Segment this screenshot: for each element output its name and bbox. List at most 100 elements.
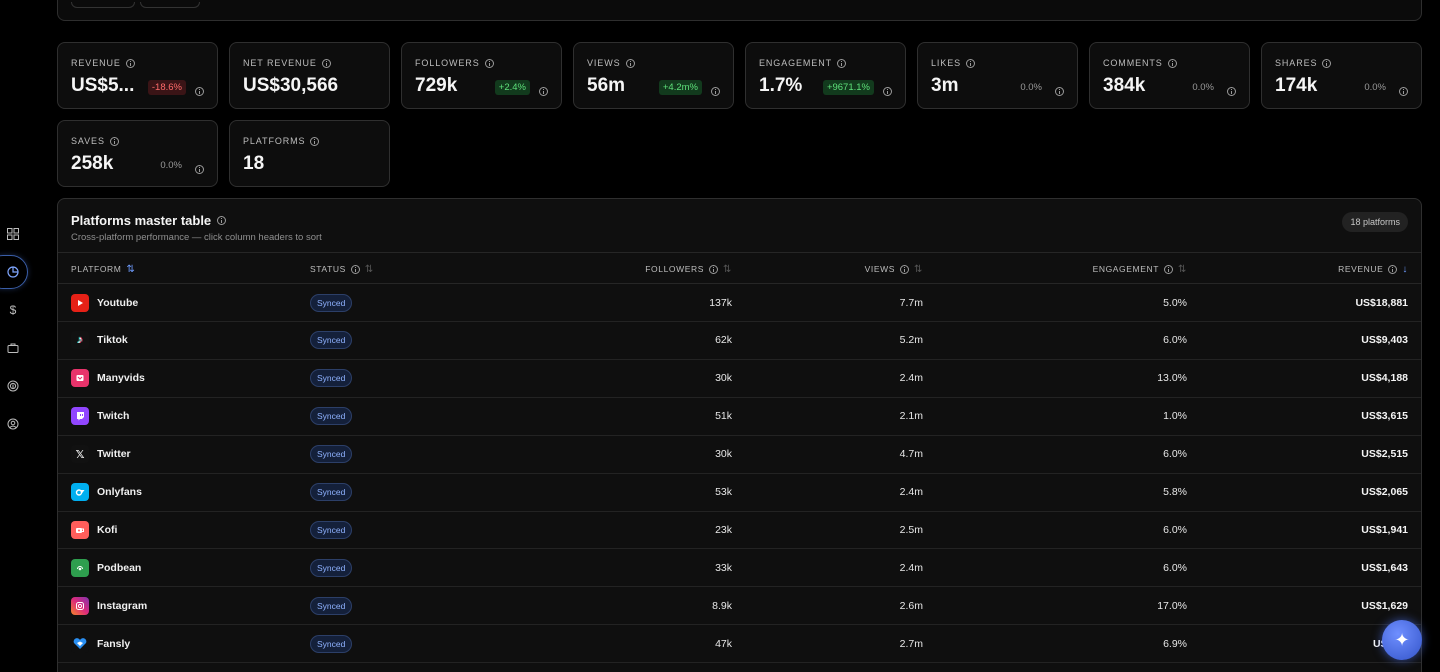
table-row[interactable]: Kofi Synced 23k 2.5m 6.0% US$1,941 bbox=[58, 511, 1421, 550]
table-row[interactable]: Onlyfans Synced 53k 2.4m 5.8% US$2,065 bbox=[58, 474, 1421, 512]
followers-cell: 30k bbox=[715, 372, 732, 385]
info-icon[interactable] bbox=[1167, 58, 1177, 68]
metric-label: VIEWS bbox=[587, 58, 635, 68]
info-icon[interactable] bbox=[195, 87, 204, 96]
metric-label-text: NET REVENUE bbox=[243, 58, 317, 68]
table-row[interactable]: 𝕏 Twitter Synced 30k 4.7m 6.0% US$2,515 bbox=[58, 436, 1421, 474]
metric-label: SHARES bbox=[1275, 58, 1332, 68]
analytics-pie-icon[interactable] bbox=[5, 264, 21, 280]
manyvids-logo bbox=[71, 369, 89, 388]
views-cell: 2.5m bbox=[899, 523, 923, 536]
ai-assistant-button[interactable]: ✦ bbox=[1382, 620, 1422, 660]
filter-tab[interactable] bbox=[140, 2, 200, 8]
info-icon[interactable] bbox=[1055, 87, 1064, 96]
views-cell: 2.4m bbox=[899, 561, 923, 574]
metric-delta-badge: -18.6% bbox=[147, 80, 186, 95]
followers-cell: 51k bbox=[715, 410, 732, 423]
info-icon[interactable] bbox=[125, 58, 135, 68]
engagement-cell: 13.0% bbox=[1157, 372, 1187, 385]
metric-label-text: SHARES bbox=[1275, 58, 1318, 68]
column-header-revenue[interactable]: REVENUE ↓ bbox=[1338, 253, 1408, 285]
status-badge: Synced bbox=[310, 293, 353, 312]
column-header-followers[interactable]: FOLLOWERS ⇅ bbox=[645, 253, 732, 285]
dollar-icon[interactable]: $ bbox=[5, 302, 21, 318]
info-icon[interactable] bbox=[711, 87, 720, 96]
info-icon[interactable] bbox=[837, 58, 847, 68]
platform-name: Instagram bbox=[97, 599, 148, 612]
info-icon[interactable] bbox=[1322, 58, 1332, 68]
platform-cell: Manyvids bbox=[71, 360, 145, 397]
metric-label: NET REVENUE bbox=[243, 58, 331, 68]
fingerprint-icon[interactable] bbox=[5, 378, 21, 394]
views-cell: 2.7m bbox=[899, 637, 923, 650]
info-icon[interactable] bbox=[1227, 87, 1236, 96]
info-icon[interactable] bbox=[539, 87, 548, 96]
table-row[interactable]: ♪ Tiktok Synced 62k 5.2m 6.0% US$9,403 bbox=[58, 322, 1421, 360]
dashboard-icon[interactable] bbox=[5, 226, 21, 242]
status-badge: Synced bbox=[310, 596, 353, 615]
column-header-status[interactable]: STATUS ⇅ bbox=[310, 253, 374, 285]
user-circle-icon[interactable] bbox=[5, 416, 21, 432]
metric-label: SAVES bbox=[71, 136, 119, 146]
column-header-platform[interactable]: PLATFORM ⇅ bbox=[71, 253, 135, 285]
info-icon[interactable] bbox=[1164, 264, 1174, 274]
table-row[interactable]: Twitch Synced 51k 2.1m 1.0% US$3,615 bbox=[58, 398, 1421, 436]
info-icon[interactable] bbox=[217, 216, 227, 225]
metric-card-net-revenue: NET REVENUE US$30,566 bbox=[229, 42, 390, 109]
table-subtitle: Cross-platform performance — click colum… bbox=[71, 232, 322, 243]
platform-cell: Onlyfans bbox=[71, 474, 142, 511]
sort-icon[interactable]: ⇅ bbox=[914, 264, 923, 275]
info-icon[interactable] bbox=[1399, 87, 1408, 96]
briefcase-icon[interactable] bbox=[5, 340, 21, 356]
metric-value: 258k bbox=[71, 153, 114, 174]
followers-cell: 53k bbox=[715, 486, 732, 498]
metric-label-text: LIKES bbox=[931, 58, 962, 68]
platform-cell: Twitch bbox=[71, 398, 129, 435]
metric-delta-badge: +4.2m% bbox=[658, 80, 702, 95]
info-icon[interactable] bbox=[966, 58, 976, 68]
column-header-views[interactable]: VIEWS ⇅ bbox=[865, 253, 923, 285]
info-icon[interactable] bbox=[625, 58, 635, 68]
info-icon[interactable] bbox=[900, 264, 910, 274]
youtube-logo bbox=[71, 293, 89, 312]
table-row[interactable]: Manyvids Synced 30k 2.4m 13.0% US$4,188 bbox=[58, 360, 1421, 398]
info-icon[interactable] bbox=[310, 136, 320, 146]
info-icon[interactable] bbox=[195, 165, 204, 174]
status-cell: Synced bbox=[310, 436, 353, 473]
metric-card-shares: SHARES 174k 0.0% bbox=[1261, 42, 1422, 109]
filter-tab-active[interactable] bbox=[71, 2, 135, 8]
views-cell: 2.4m bbox=[899, 486, 923, 498]
info-icon[interactable] bbox=[321, 58, 331, 68]
info-icon[interactable] bbox=[709, 264, 719, 274]
views-cell: 7.7m bbox=[899, 296, 923, 309]
revenue-cell: US$2,515 bbox=[1361, 448, 1408, 461]
engagement-cell: 6.9% bbox=[1163, 637, 1187, 650]
sort-desc-icon[interactable]: ↓ bbox=[1402, 264, 1408, 275]
platform-name: Manyvids bbox=[97, 372, 145, 385]
sort-icon[interactable]: ⇅ bbox=[365, 264, 374, 275]
info-icon[interactable] bbox=[484, 58, 494, 68]
sort-icon[interactable]: ⇅ bbox=[723, 264, 732, 275]
status-badge: Synced bbox=[310, 331, 353, 350]
platform-cell: Podbean bbox=[71, 549, 141, 586]
info-icon[interactable] bbox=[350, 264, 360, 274]
info-icon[interactable] bbox=[1388, 264, 1398, 274]
revenue-cell: US$9,403 bbox=[1361, 334, 1408, 347]
followers-cell: 23k bbox=[715, 523, 732, 536]
metric-card-followers: FOLLOWERS 729k +2.4% bbox=[401, 42, 562, 109]
info-icon[interactable] bbox=[109, 136, 119, 146]
platform-name: Youtube bbox=[97, 296, 139, 309]
metric-value: US$30,566 bbox=[243, 75, 339, 96]
platform-name: Tiktok bbox=[97, 334, 128, 347]
metric-value: 18 bbox=[243, 153, 265, 174]
status-badge: Synced bbox=[310, 634, 353, 653]
table-row[interactable]: FanslySynced47k2.7m6.9%US$1... bbox=[58, 625, 1421, 664]
sort-icon[interactable]: ⇅ bbox=[1178, 264, 1187, 275]
table-row[interactable]: Podbean Synced 33k 2.4m 6.0% US$1,643 bbox=[58, 549, 1421, 588]
column-header-engagement[interactable]: ENGAGEMENT ⇅ bbox=[1093, 253, 1187, 285]
table-row[interactable]: Youtube Synced 137k 7.7m 5.0% US$18,881 bbox=[58, 284, 1421, 322]
table-row[interactable]: Instagram Synced 8.9k 2.6m 17.0% US$1,629 bbox=[58, 587, 1421, 626]
info-icon[interactable] bbox=[883, 87, 892, 96]
column-header-label: ENGAGEMENT bbox=[1092, 264, 1160, 274]
sort-icon[interactable]: ⇅ bbox=[126, 264, 135, 275]
